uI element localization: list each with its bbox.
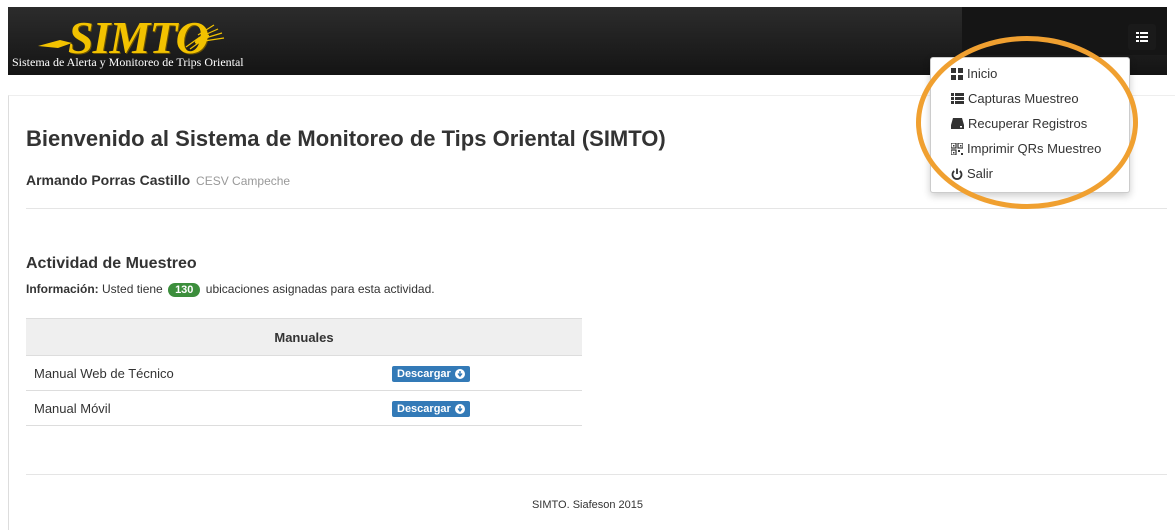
user-name: Armando Porras Castillo [26,172,191,188]
divider [26,474,1167,475]
list-icon [1136,32,1148,42]
highlight-annotation-ring [916,36,1138,209]
menu-toggle-button[interactable] [1128,24,1156,50]
table-row: Manual Móvil Descargar [26,390,582,426]
logo-dash-graphic [38,40,72,48]
user-line: Armando Porras Castillo CESV Campeche [26,172,290,188]
activity-info: Información: Usted tiene 130 ubicaciones… [26,282,435,297]
info-prefix: Usted tiene [102,282,163,296]
download-arrow-icon [454,403,465,414]
manual-action-cell: Descargar [384,355,582,391]
activity-title: Actividad de Muestreo [26,255,197,272]
footer-text: SIMTO. Siafeson 2015 [531,499,644,511]
info-suffix: ubicaciones asignadas para esta activida… [205,282,435,296]
page-title: Bienvenido al Sistema de Monitoreo de Ti… [26,126,666,151]
info-label: Información: [26,282,99,296]
manual-name: Manual Móvil [26,390,384,426]
user-organization: CESV Campeche [196,174,291,188]
manuals-table: Manuales Manual Web de Técnico Descargar… [26,318,582,426]
manual-action-cell: Descargar [384,390,582,426]
download-label: Descargar [397,367,451,380]
manual-name: Manual Web de Técnico [26,355,384,391]
manuals-header: Manuales [26,318,582,356]
table-row: Manual Web de Técnico Descargar [26,355,582,391]
download-button[interactable]: Descargar [392,365,470,382]
location-count-badge: 130 [168,283,201,297]
download-button[interactable]: Descargar [392,400,470,417]
logo-insect-icon [185,24,225,50]
download-label: Descargar [397,402,451,415]
download-arrow-icon [454,368,465,379]
table-header-row: Manuales [26,318,582,356]
divider [26,208,1167,209]
logo-subtitle: Sistema de Alerta y Monitoreo de Trips O… [12,55,244,69]
